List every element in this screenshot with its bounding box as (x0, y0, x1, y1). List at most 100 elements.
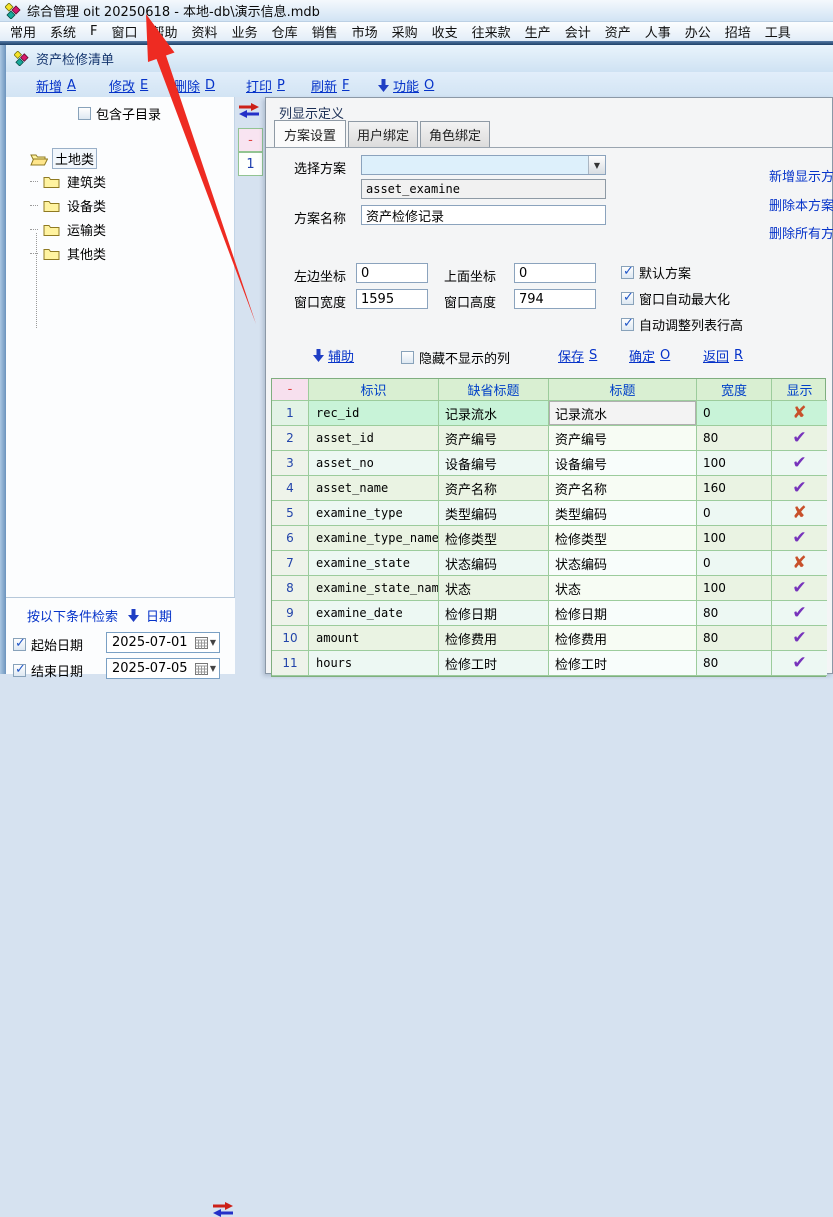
table-row[interactable]: 1 rec_id 记录流水 记录流水 0 ✘ (272, 401, 825, 426)
dropdown-caret-icon[interactable]: ▼ (210, 638, 216, 647)
include-subdir-checkbox[interactable] (78, 107, 91, 120)
menu-item[interactable]: 资料 (185, 22, 225, 41)
menu-item[interactable]: 仓库 (265, 22, 305, 41)
visible-mark[interactable]: ✘ (772, 401, 827, 426)
width-cell[interactable]: 80 (697, 651, 772, 676)
visible-mark[interactable]: ✔ (772, 651, 827, 676)
width-cell[interactable]: 0 (697, 501, 772, 526)
date-group-button[interactable]: 日期 (146, 606, 172, 625)
scheme-combobox[interactable]: ▼ (361, 155, 606, 175)
width-cell[interactable]: 160 (697, 476, 772, 501)
tab-scheme-settings[interactable]: 方案设置 (274, 120, 346, 148)
left-coord-input[interactable] (356, 263, 428, 283)
swap-icon[interactable] (212, 1202, 234, 1217)
visible-mark[interactable]: ✔ (772, 526, 827, 551)
delete-all-schemes-link[interactable]: 删除所有方案 (769, 223, 833, 242)
width-cell[interactable]: 0 (697, 551, 772, 576)
menu-item[interactable]: 人事 (638, 22, 678, 41)
default-title-cell[interactable]: 资产编号 (439, 426, 549, 451)
menu-item[interactable]: 常用 (3, 22, 43, 41)
down-arrow-icon[interactable] (128, 609, 139, 622)
field-id-cell[interactable]: hours (309, 651, 439, 676)
title-cell[interactable]: 类型编码 (549, 501, 697, 526)
add-button[interactable]: 新增A (36, 76, 76, 95)
menu-item[interactable]: 市场 (345, 22, 385, 41)
header-id[interactable]: 标识 (309, 379, 439, 401)
width-cell[interactable]: 80 (697, 426, 772, 451)
delete-scheme-link[interactable]: 删除本方案 (769, 195, 833, 214)
menu-item[interactable]: 帮助 (145, 22, 185, 41)
width-cell[interactable]: 100 (697, 576, 772, 601)
default-title-cell[interactable]: 检修工时 (439, 651, 549, 676)
table-row[interactable]: 8 examine_state_name 状态 状态 100 ✔ (272, 576, 825, 601)
visible-mark[interactable]: ✘ (772, 501, 827, 526)
table-row[interactable]: 9 examine_date 检修日期 检修日期 80 ✔ (272, 601, 825, 626)
auto-maximize-checkbox[interactable] (621, 292, 634, 305)
menu-item[interactable]: 招培 (718, 22, 758, 41)
default-title-cell[interactable]: 记录流水 (439, 401, 549, 426)
menu-item[interactable]: 系统 (43, 22, 83, 41)
field-id-cell[interactable]: amount (309, 626, 439, 651)
field-id-cell[interactable]: asset_no (309, 451, 439, 476)
delete-button[interactable]: 删除D (174, 76, 215, 95)
menu-item[interactable]: 窗口 (105, 22, 145, 41)
visible-mark[interactable]: ✔ (772, 426, 827, 451)
menu-item[interactable]: 往来款 (465, 22, 518, 41)
menu-item[interactable]: 业务 (225, 22, 265, 41)
end-date-input[interactable]: 2025-07-05 ▼ (106, 658, 220, 679)
field-id-cell[interactable]: examine_type (309, 501, 439, 526)
swap-icon[interactable] (238, 103, 260, 118)
default-title-cell[interactable]: 检修费用 (439, 626, 549, 651)
save-button[interactable]: 保存S (558, 346, 597, 365)
menu-item[interactable]: 收支 (425, 22, 465, 41)
function-button[interactable]: 功能O (378, 76, 434, 95)
calendar-icon[interactable] (195, 663, 208, 675)
tree-item-building[interactable]: 建筑类 (30, 173, 108, 190)
calendar-icon[interactable] (195, 637, 208, 649)
width-cell[interactable]: 80 (697, 626, 772, 651)
tree-item-other[interactable]: 其他类 (30, 245, 108, 262)
combo-dropdown-button[interactable]: ▼ (588, 156, 605, 174)
header-title[interactable]: 标题 (549, 379, 697, 401)
add-scheme-link[interactable]: 新增显示方案 (769, 166, 833, 185)
title-cell[interactable]: 记录流水 (549, 401, 697, 426)
table-row[interactable]: 2 asset_id 资产编号 资产编号 80 ✔ (272, 426, 825, 451)
field-id-cell[interactable]: asset_id (309, 426, 439, 451)
menu-item[interactable]: 生产 (518, 22, 558, 41)
menu-item[interactable]: 会计 (558, 22, 598, 41)
menu-item[interactable]: 办公 (678, 22, 718, 41)
default-scheme-checkbox[interactable] (621, 266, 634, 279)
visible-mark[interactable]: ✘ (772, 551, 827, 576)
menu-item[interactable]: 工具 (758, 22, 798, 41)
table-row[interactable]: 4 asset_name 资产名称 资产名称 160 ✔ (272, 476, 825, 501)
width-cell[interactable]: 100 (697, 451, 772, 476)
default-title-cell[interactable]: 资产名称 (439, 476, 549, 501)
width-cell[interactable]: 100 (697, 526, 772, 551)
edit-button[interactable]: 修改E (109, 76, 148, 95)
window-height-input[interactable] (514, 289, 596, 309)
start-date-checkbox[interactable] (13, 638, 26, 651)
tree-item-transport[interactable]: 运输类 (30, 221, 108, 238)
table-row[interactable]: 5 examine_type 类型编码 类型编码 0 ✘ (272, 501, 825, 526)
scheme-name-input[interactable] (361, 205, 606, 225)
menu-item[interactable]: 销售 (305, 22, 345, 41)
field-id-cell[interactable]: rec_id (309, 401, 439, 426)
visible-mark[interactable]: ✔ (772, 451, 827, 476)
default-title-cell[interactable]: 检修类型 (439, 526, 549, 551)
title-cell[interactable]: 检修类型 (549, 526, 697, 551)
table-row[interactable]: 11 hours 检修工时 检修工时 80 ✔ (272, 651, 825, 676)
title-cell[interactable]: 资产名称 (549, 476, 697, 501)
menu-item[interactable]: 采购 (385, 22, 425, 41)
tab-role-binding[interactable]: 角色绑定 (420, 121, 490, 147)
title-cell[interactable]: 状态编码 (549, 551, 697, 576)
mini-grid-cell-1[interactable]: 1 (238, 152, 263, 176)
window-width-input[interactable] (356, 289, 428, 309)
title-cell[interactable]: 资产编号 (549, 426, 697, 451)
table-row[interactable]: 6 examine_type_name 检修类型 检修类型 100 ✔ (272, 526, 825, 551)
header-width[interactable]: 宽度 (697, 379, 772, 401)
field-id-cell[interactable]: examine_state_name (309, 576, 439, 601)
menu-item[interactable]: 资产 (598, 22, 638, 41)
header-minus[interactable]: - (272, 379, 309, 401)
visible-mark[interactable]: ✔ (772, 576, 827, 601)
title-cell[interactable]: 检修费用 (549, 626, 697, 651)
